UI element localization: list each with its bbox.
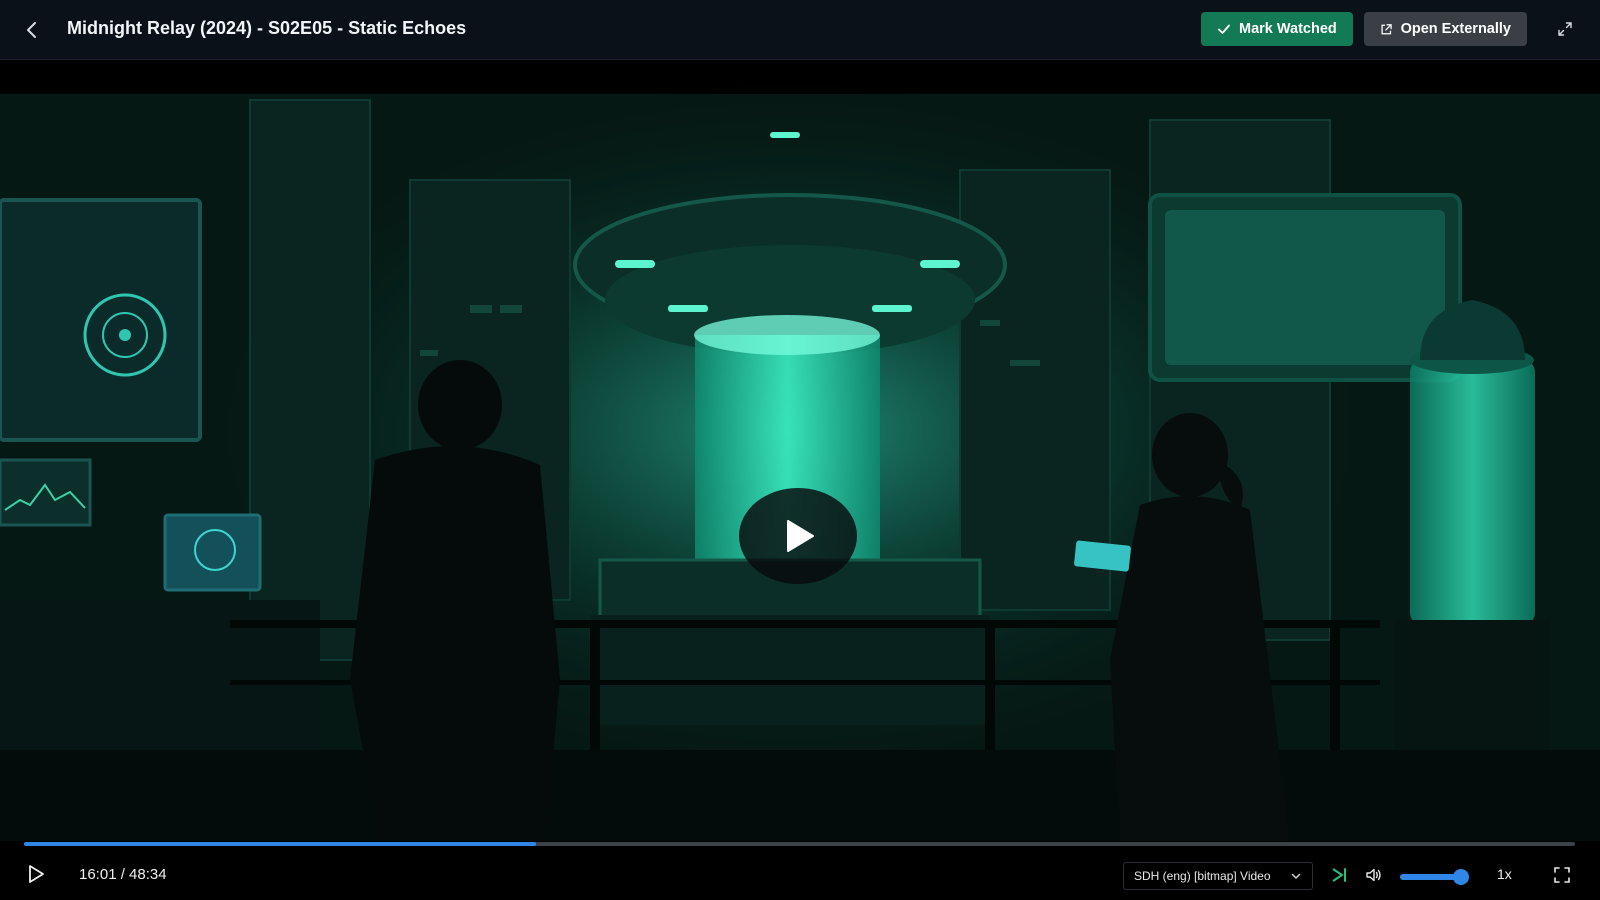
volume-thumb[interactable] xyxy=(1453,869,1470,885)
fullscreen-button[interactable] xyxy=(1551,864,1573,886)
expand-icon xyxy=(1558,22,1572,36)
volume-level xyxy=(1400,874,1462,880)
volume-slider[interactable] xyxy=(1400,869,1470,885)
chevron-down-icon xyxy=(1291,873,1301,880)
volume-button[interactable] xyxy=(1363,864,1385,886)
subtitle-track-value: SDH (eng) [bitmap] Video xyxy=(1134,869,1271,883)
skip-next-icon xyxy=(1332,868,1346,882)
seek-bar-progress xyxy=(24,842,536,846)
center-play-button[interactable] xyxy=(739,488,857,584)
seek-bar[interactable] xyxy=(24,842,1575,846)
external-link-icon xyxy=(1381,23,1392,34)
skip-next-button[interactable] xyxy=(1328,864,1350,886)
back-button[interactable] xyxy=(18,16,46,44)
check-icon xyxy=(1218,24,1230,34)
playback-speed-button[interactable]: 1x xyxy=(1497,866,1512,882)
time-display: 16:01 / 48:34 xyxy=(79,866,167,883)
play-icon xyxy=(787,520,814,552)
video-frame xyxy=(0,60,1600,841)
volume-icon xyxy=(1366,868,1381,882)
play-icon xyxy=(29,865,44,883)
mark-watched-button[interactable]: Mark Watched xyxy=(1201,12,1353,46)
open-externally-button[interactable]: Open Externally xyxy=(1364,12,1527,46)
expand-button[interactable] xyxy=(1554,18,1576,40)
subtitle-track-select[interactable]: SDH (eng) [bitmap] Video xyxy=(1123,862,1313,890)
top-bar: Midnight Relay (2024) - S02E05 - Static … xyxy=(0,0,1600,60)
mark-watched-label: Mark Watched xyxy=(1239,21,1337,37)
open-externally-label: Open Externally xyxy=(1400,21,1511,37)
page-title: Midnight Relay (2024) - S02E05 - Static … xyxy=(67,18,467,38)
play-button[interactable] xyxy=(24,862,48,886)
chevron-left-icon xyxy=(27,22,36,38)
video-viewport[interactable] xyxy=(0,60,1600,841)
fullscreen-icon xyxy=(1554,867,1570,883)
player-controls: 16:01 / 48:34 SDH (eng) [bitmap] Video 1… xyxy=(0,848,1600,900)
